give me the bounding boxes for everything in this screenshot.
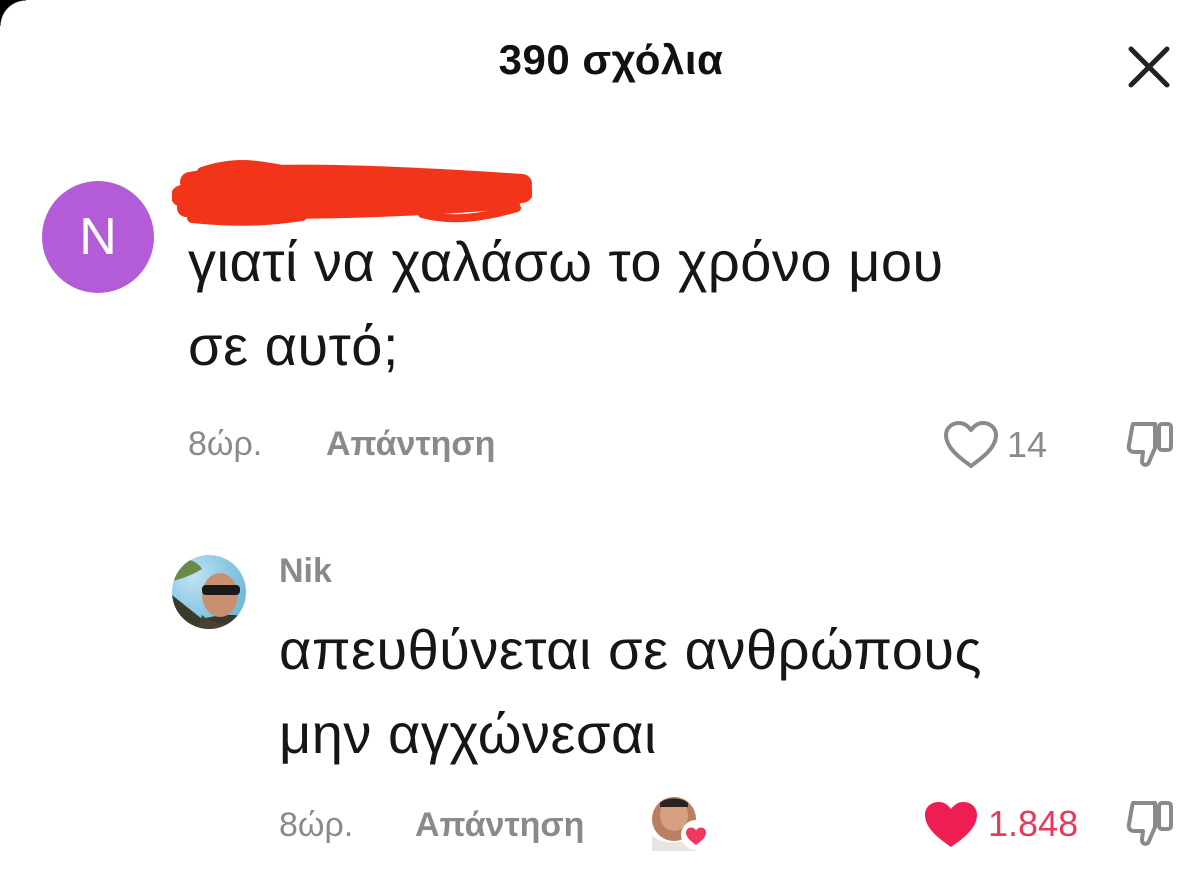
dislike-icon[interactable] (1125, 418, 1179, 472)
close-icon (1128, 46, 1170, 88)
comment-time: 8ώρ. (279, 806, 354, 844)
heart-outline-icon (944, 421, 998, 468)
liked-by-creator-badge (650, 795, 712, 851)
like-count: 14 (1007, 424, 1048, 465)
comment-text-line: γιατί να χαλάσω το χρόνο μου (188, 230, 944, 293)
comment-text-line: σε αυτό; (188, 314, 399, 377)
like-count: 1.848 (988, 803, 1079, 844)
user-photo (172, 555, 246, 629)
screen-corner (0, 0, 26, 26)
comment-time: 8ώρ. (188, 425, 263, 463)
comment-username[interactable]: Nik (279, 552, 332, 591)
close-button[interactable] (1127, 45, 1171, 89)
heart-filled-icon (925, 802, 977, 847)
comment-text-line: απευθύνεται σε ανθρώπους (279, 618, 983, 681)
reply-button[interactable]: Απάντηση (326, 425, 495, 464)
reply-button[interactable]: Απάντηση (415, 806, 584, 845)
comment-text-line: μην αγχώνεσαι (279, 702, 657, 765)
avatar[interactable] (172, 555, 246, 629)
creator-avatar-heart-icon (652, 797, 711, 851)
dislike-icon[interactable] (1125, 797, 1179, 851)
avatar[interactable]: N (42, 181, 154, 293)
comments-count-title: 390 σχόλια (498, 36, 724, 83)
